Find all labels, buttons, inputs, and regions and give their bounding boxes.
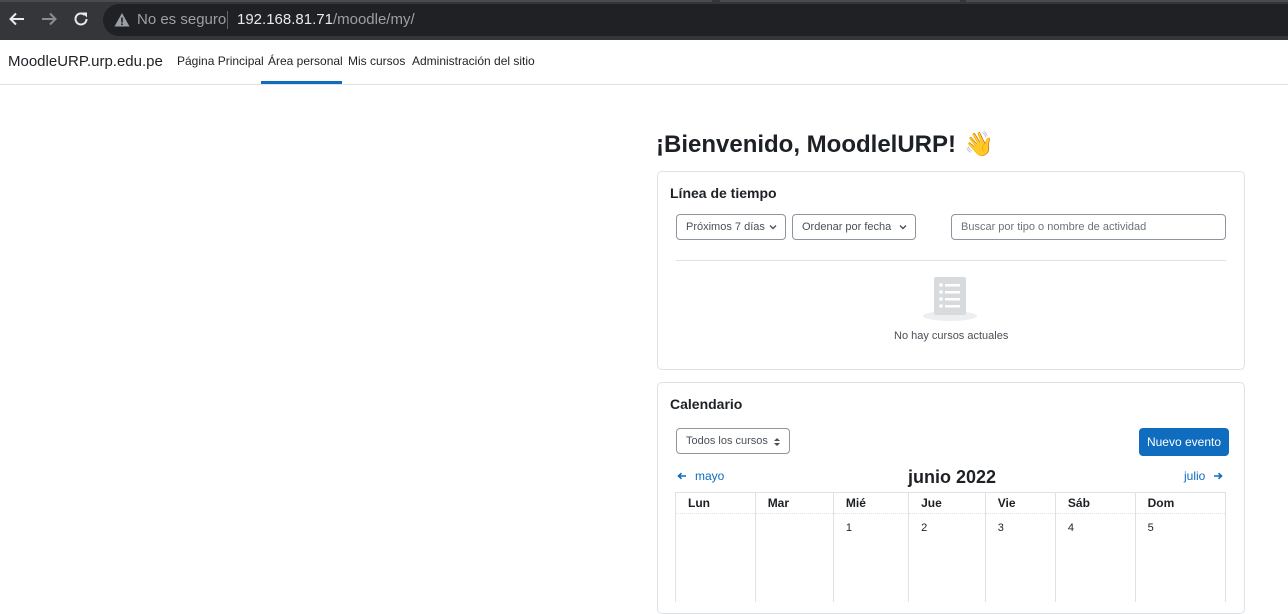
- calendar-week-row: 1 2 3 4 5: [675, 513, 1227, 602]
- calendar-day-cell[interactable]: 2: [908, 513, 986, 602]
- timeline-divider: [676, 260, 1226, 261]
- weekday-header: Sáb: [1054, 492, 1136, 514]
- url-text[interactable]: 192.168.81.71/moodle/my/: [237, 11, 415, 28]
- current-month-title: junio 2022: [908, 467, 997, 487]
- prev-month-label: mayo: [695, 469, 725, 483]
- chevron-down-icon: [899, 225, 907, 230]
- nav-link-dashboard[interactable]: Área personal: [268, 54, 343, 68]
- calendar-day-cell[interactable]: 1: [832, 513, 910, 602]
- weekday-header-row: Lun Mar Mié Jue Vie Sáb Dom: [675, 492, 1227, 514]
- back-button[interactable]: [6, 8, 28, 30]
- timeline-empty-message: No hay cursos actuales: [894, 330, 1009, 342]
- new-event-label: Nuevo evento: [1146, 435, 1222, 449]
- calendar-day-cell[interactable]: 5: [1134, 513, 1227, 602]
- weekday-header: Mié: [832, 492, 910, 514]
- arrow-left-icon: [677, 472, 686, 480]
- security-label[interactable]: No es seguro: [137, 11, 226, 28]
- weekday-header: Vie: [984, 492, 1056, 514]
- calendar-day-cell: [675, 513, 756, 602]
- warning-icon[interactable]: [114, 12, 130, 28]
- active-nav-indicator: [261, 81, 342, 84]
- timeline-sort-value: Ordenar por fecha: [802, 221, 892, 233]
- site-navbar: MoodleURP.urp.edu.pe Página Principal Ár…: [0, 40, 1288, 85]
- sort-arrows-icon: [774, 438, 780, 446]
- timeline-sort-select[interactable]: Ordenar por fecha: [792, 214, 916, 240]
- timeline-day-filter-value: Próximos 7 días: [686, 221, 765, 233]
- nav-link-my-courses[interactable]: Mis cursos: [348, 54, 405, 68]
- calendar-course-filter-value: Todos los cursos: [686, 435, 768, 447]
- forward-button[interactable]: [38, 8, 60, 30]
- nav-link-site-admin[interactable]: Administración del sitio: [412, 54, 535, 68]
- weekday-header: Mar: [754, 492, 834, 514]
- calendar-day-cell[interactable]: 3: [984, 513, 1056, 602]
- nav-link-home[interactable]: Página Principal: [177, 54, 264, 68]
- weekday-header: Jue: [908, 492, 986, 514]
- browser-toolbar: No es seguro 192.168.81.71/moodle/my/: [0, 0, 1288, 40]
- new-event-button[interactable]: Nuevo evento: [1139, 428, 1229, 456]
- reload-button[interactable]: [70, 8, 92, 30]
- weekday-header: Dom: [1134, 492, 1227, 514]
- page-title: ¡Bienvenido, MoodlelURP! 👋: [656, 130, 994, 159]
- next-month-link[interactable]: julio: [1184, 469, 1224, 483]
- calendar-day-cell: [754, 513, 834, 602]
- arrow-right-icon: [42, 12, 57, 26]
- weekday-header: Lun: [675, 492, 756, 514]
- arrow-right-icon: [1214, 472, 1224, 480]
- tab-strip-edge: [720, 0, 960, 2]
- prev-month-link[interactable]: mayo: [677, 469, 724, 483]
- calendar-day-cell[interactable]: 4: [1054, 513, 1136, 602]
- timeline-day-filter[interactable]: Próximos 7 días: [676, 214, 786, 240]
- tab-strip-edge: [966, 0, 1288, 2]
- next-month-label: julio: [1184, 469, 1206, 483]
- tab-strip-edge: [0, 0, 712, 2]
- timeline-title: Línea de tiempo: [670, 185, 777, 201]
- waving-hand-icon: 👋: [964, 131, 994, 158]
- chevron-down-icon: [769, 225, 777, 230]
- empty-courses-icon: [923, 277, 977, 321]
- address-bar[interactable]: No es seguro 192.168.81.71/moodle/my/: [103, 4, 1288, 36]
- calendar-grid: Lun Mar Mié Jue Vie Sáb Dom 1 2 3 4 5: [675, 492, 1227, 602]
- timeline-search-input[interactable]: Buscar por tipo o nombre de actividad: [951, 214, 1226, 240]
- url-host: 192.168.81.71: [237, 11, 333, 28]
- url-path: /moodle/my/: [332, 11, 415, 28]
- arrow-left-icon: [9, 12, 24, 26]
- calendar-course-filter[interactable]: Todos los cursos: [676, 428, 790, 454]
- calendar-title: Calendario: [670, 396, 743, 412]
- reload-icon: [74, 12, 88, 26]
- welcome-text: ¡Bienvenido, MoodlelURP!: [656, 130, 956, 158]
- site-brand[interactable]: MoodleURP.urp.edu.pe: [8, 53, 163, 70]
- omnibox-divider: [227, 11, 228, 29]
- timeline-search-placeholder: Buscar por tipo o nombre de actividad: [961, 221, 1147, 233]
